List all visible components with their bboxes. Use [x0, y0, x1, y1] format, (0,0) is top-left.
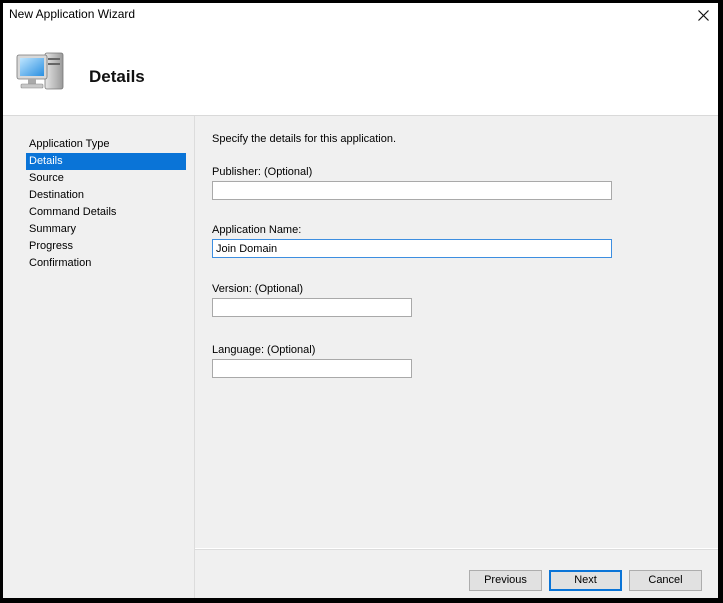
cancel-button[interactable]: Cancel: [629, 570, 702, 591]
publisher-input[interactable]: [212, 181, 612, 200]
nav-step-destination[interactable]: Destination: [26, 187, 186, 204]
computer-icon: [16, 52, 64, 90]
close-icon: [697, 9, 709, 21]
intro-text: Specify the details for this application…: [212, 133, 397, 145]
wizard-header: Details: [3, 27, 718, 116]
wizard-steps-nav: Application Type Details Source Destinat…: [3, 116, 195, 598]
language-input[interactable]: [212, 359, 412, 378]
title-bar: New Application Wizard: [3, 3, 718, 27]
nav-step-source[interactable]: Source: [26, 170, 186, 187]
page-title: Details: [89, 67, 145, 86]
nav-step-confirmation[interactable]: Confirmation: [26, 255, 186, 272]
wizard-footer: Previous Next Cancel: [195, 549, 718, 598]
close-button[interactable]: [688, 3, 718, 27]
publisher-label: Publisher: (Optional): [212, 166, 313, 178]
version-input[interactable]: [212, 298, 412, 317]
wizard-window: New Application Wizard Details Applicati…: [3, 3, 718, 598]
nav-step-details[interactable]: Details: [26, 153, 186, 170]
next-button[interactable]: Next: [549, 570, 622, 591]
version-label: Version: (Optional): [212, 283, 304, 295]
nav-step-application-type[interactable]: Application Type: [26, 136, 186, 153]
nav-step-summary[interactable]: Summary: [26, 221, 186, 238]
nav-step-progress[interactable]: Progress: [26, 238, 186, 255]
application-name-input[interactable]: [212, 239, 612, 258]
previous-button[interactable]: Previous: [469, 570, 542, 591]
window-title: New Application Wizard: [9, 7, 136, 21]
nav-step-command-details[interactable]: Command Details: [26, 204, 186, 221]
details-form: Specify the details for this application…: [195, 116, 718, 548]
language-label: Language: (Optional): [212, 344, 316, 356]
application-name-label: Application Name:: [212, 224, 302, 236]
